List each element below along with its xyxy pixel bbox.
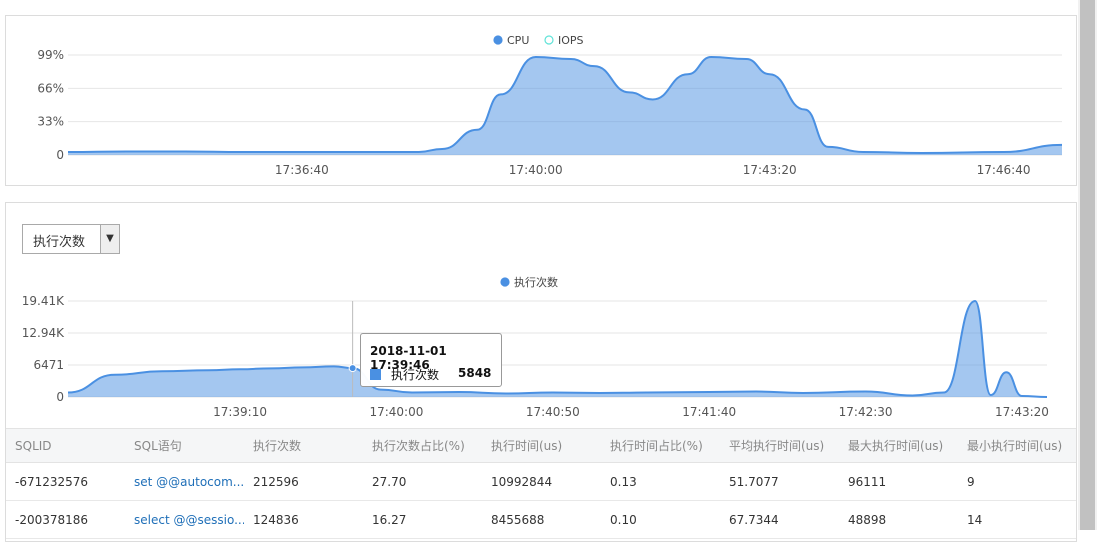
page-scrollbar[interactable]	[1078, 0, 1097, 530]
col-header-exec-count-ratio[interactable]: 执行次数占比(%)	[363, 428, 482, 463]
col-header-max-time[interactable]: 最大执行时间(us)	[839, 428, 958, 463]
col-header-exec-time-ratio[interactable]: 执行时间占比(%)	[601, 428, 720, 463]
cell-exec-count: 124836	[244, 500, 363, 539]
y-tick-label: 0	[56, 390, 64, 404]
cell-max-time: 48898	[839, 500, 958, 539]
cell-exec-time-ratio: 0.13	[601, 462, 720, 501]
cell-sql-link[interactable]: select @@sessio...	[125, 500, 244, 539]
cell-min-time: 14	[958, 500, 1076, 539]
tooltip-value: 5848	[458, 366, 492, 380]
col-header-sql[interactable]: SQL语句	[125, 428, 244, 463]
cell-exec-time: 8455688	[482, 500, 601, 539]
col-header-exec-time[interactable]: 执行时间(us)	[482, 428, 601, 463]
table-header-row: SQLID SQL语句 执行次数 执行次数占比(%) 执行时间(us) 执行时间…	[6, 428, 1076, 463]
series-area	[68, 301, 1047, 397]
x-tick-label: 17:42:30	[839, 405, 893, 419]
cell-exec-count: 212596	[244, 462, 363, 501]
cell-exec-count-ratio: 27.70	[363, 462, 482, 501]
y-tick-label: 6471	[33, 358, 64, 372]
x-tick-label: 17:40:00	[369, 405, 423, 419]
sql-table: SQLID SQL语句 执行次数 执行次数占比(%) 执行时间(us) 执行时间…	[6, 428, 1076, 539]
x-tick-label: 17:43:20	[995, 405, 1049, 419]
cell-avg-time: 51.7077	[720, 462, 839, 501]
table-row[interactable]: -671232576 set @@autocom... 212596 27.70…	[6, 462, 1076, 501]
col-header-exec-count[interactable]: 执行次数	[244, 428, 363, 463]
col-header-sqlid[interactable]: SQLID	[6, 428, 125, 463]
tooltip-swatch	[370, 369, 381, 380]
cell-exec-time-ratio: 0.10	[601, 500, 720, 539]
legend-marker	[500, 277, 510, 287]
cell-max-time: 96111	[839, 462, 958, 501]
cell-min-time: 9	[958, 462, 1076, 501]
cell-exec-count-ratio: 16.27	[363, 500, 482, 539]
y-tick-label: 19.41K	[22, 294, 65, 308]
col-header-avg-time[interactable]: 平均执行时间(us)	[720, 428, 839, 463]
x-tick-label: 17:39:10	[213, 405, 267, 419]
tooltip-series: 执行次数	[391, 368, 440, 382]
scrollbar-thumb[interactable]	[1080, 0, 1095, 530]
executions-chart: 19.41K 12.94K 6471 0 17:39:10 17:40:00 17:40:5…	[22, 275, 1049, 419]
cell-exec-time: 10992844	[482, 462, 601, 501]
cell-avg-time: 67.7344	[720, 500, 839, 539]
cell-sqlid: -200378186	[6, 500, 125, 539]
cell-sql-link[interactable]: set @@autocom...	[125, 462, 244, 501]
col-header-min-time[interactable]: 最小执行时间(us)	[958, 428, 1076, 463]
x-tick-label: 17:40:50	[526, 405, 580, 419]
chart-tooltip: 2018-11-01 17:39:46 执行次数 5848	[360, 333, 502, 387]
hover-point	[348, 364, 357, 373]
y-tick-label: 12.94K	[22, 326, 65, 340]
x-tick-label: 17:41:40	[682, 405, 736, 419]
table-row[interactable]: -200378186 select @@sessio... 124836 16.…	[6, 500, 1076, 539]
cell-sqlid: -671232576	[6, 462, 125, 501]
legend-label: 执行次数	[514, 275, 558, 289]
